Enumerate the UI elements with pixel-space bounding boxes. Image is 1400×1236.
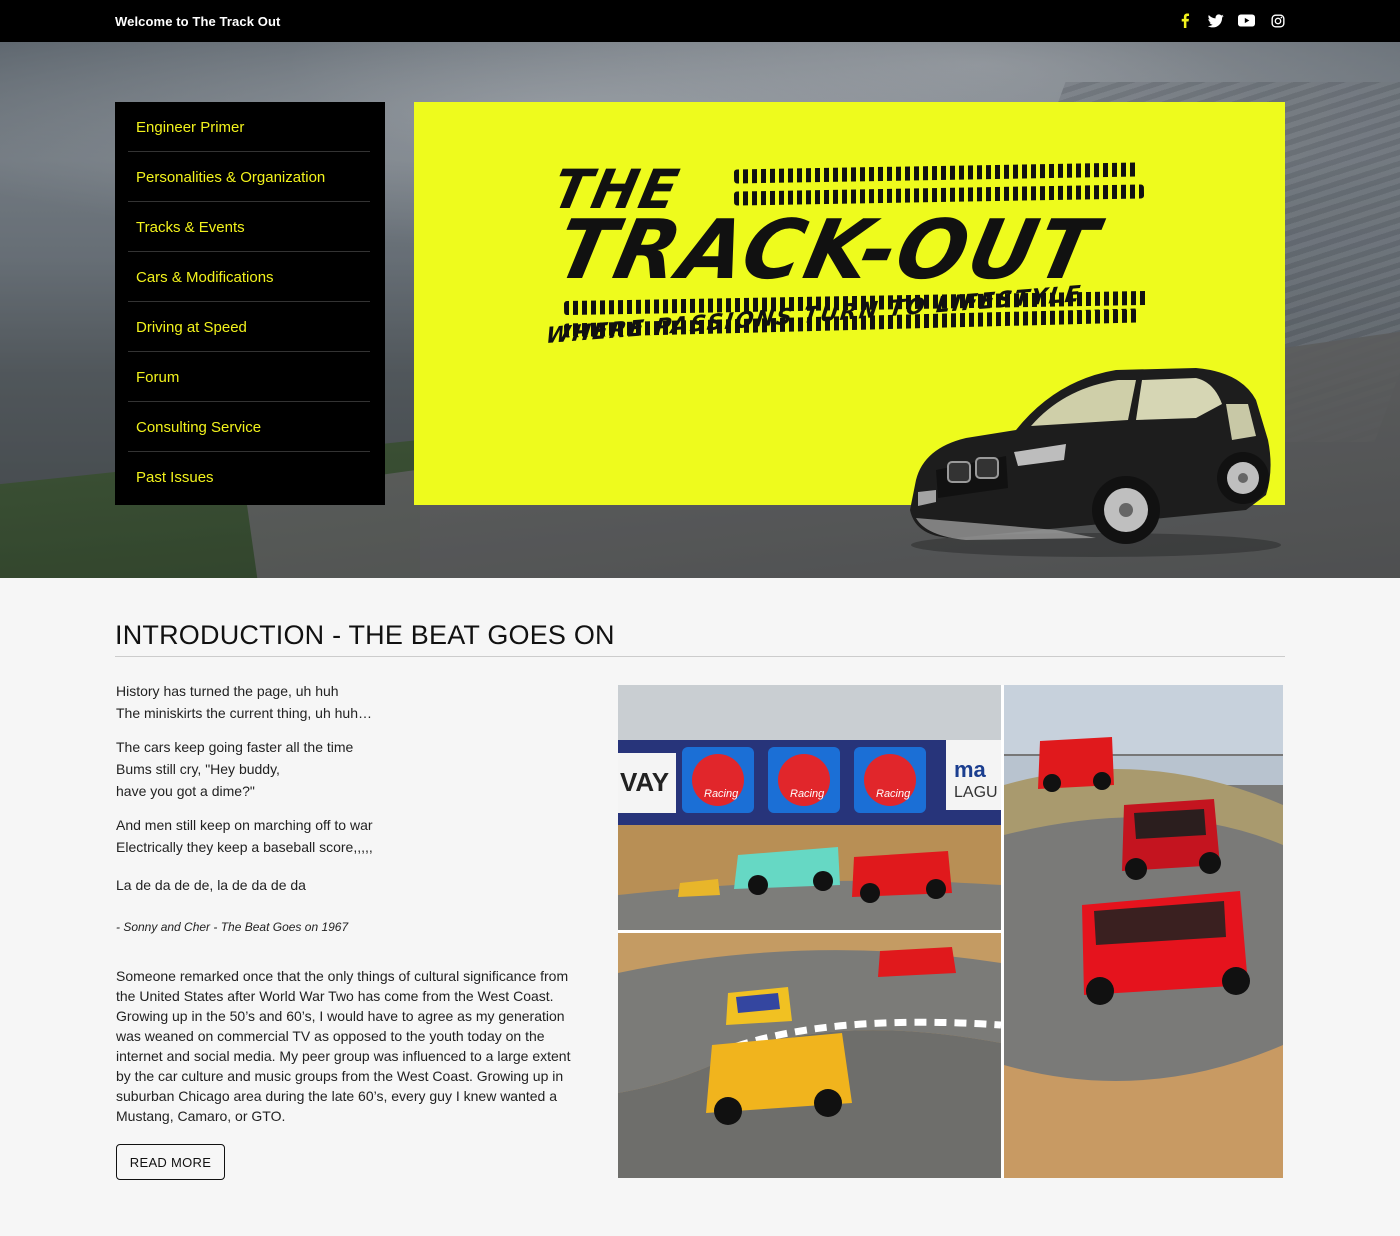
sign-brand-text: Racing <box>790 788 825 800</box>
nav-item-tracks-events[interactable]: Tracks & Events <box>128 202 370 252</box>
race-photo-right <box>1004 685 1283 1178</box>
nav-item-consulting-service[interactable]: Consulting Service <box>128 402 370 452</box>
race-photo-bottom-left <box>618 933 1001 1178</box>
lyric-stanza: History has turned the page, uh huh The … <box>116 680 586 724</box>
intro-title: INTRODUCTION - THE BEAT GOES ON <box>115 620 1285 657</box>
nav-item-engineer-primer[interactable]: Engineer Primer <box>128 102 370 152</box>
top-bar: Welcome to The Track Out <box>0 0 1400 42</box>
nav-item-past-issues[interactable]: Past Issues <box>128 452 370 502</box>
lyric-line: have you got a dime?" <box>116 783 255 799</box>
sign-brand-text: Racing <box>876 788 911 800</box>
lyric-stanza: And men still keep on marching off to wa… <box>116 814 586 858</box>
sign-brand-text: Racing <box>704 788 739 800</box>
twitter-icon[interactable] <box>1207 12 1224 29</box>
tire-tread-decoration <box>733 162 1140 184</box>
lyric-line: And men still keep on marching off to wa… <box>116 817 373 833</box>
lyric-line: Bums still cry, "Hey buddy, <box>116 761 280 777</box>
instagram-icon[interactable] <box>1269 12 1286 29</box>
lyric-stanza: La de da de de, la de da de da <box>116 874 586 896</box>
site-logo[interactable]: THE TRACK-OUT WHERE PASSIONS TURN TO LIF… <box>544 158 1164 388</box>
sign-text-left: VAY <box>620 767 669 797</box>
suv-car-image <box>910 368 1281 557</box>
facebook-icon[interactable] <box>1176 12 1193 29</box>
lyric-attribution: - Sonny and Cher - The Beat Goes on 1967 <box>116 920 349 934</box>
intro-text: History has turned the page, uh huh The … <box>116 680 586 1138</box>
nav-item-driving-at-speed[interactable]: Driving at Speed <box>128 302 370 352</box>
nav-item-forum[interactable]: Forum <box>128 352 370 402</box>
logo-track-out: TRACK-OUT <box>548 203 1107 298</box>
photo-collage: VAY Racing Racing Racing ma LAGU <box>618 685 1283 1178</box>
lyric-stanza: The cars keep going faster all the time … <box>116 736 586 802</box>
lyric-line: The cars keep going faster all the time <box>116 739 354 755</box>
lyric-line: History has turned the page, uh huh <box>116 683 339 699</box>
hero-banner: THE TRACK-OUT WHERE PASSIONS TURN TO LIF… <box>414 102 1285 557</box>
intro-section: INTRODUCTION - THE BEAT GOES ON History … <box>115 620 1285 1180</box>
main-nav: Engineer Primer Personalities & Organiza… <box>115 102 385 505</box>
sign-text-right-top: ma <box>954 757 987 782</box>
lyric-line: The miniskirts the current thing, uh huh… <box>116 705 373 721</box>
sign-text-right-bottom: LAGU <box>954 784 998 801</box>
lyric-line: Electrically they keep a baseball score,… <box>116 839 373 855</box>
social-links <box>1176 12 1286 29</box>
intro-body-text: Someone remarked once that the only thin… <box>116 968 571 1124</box>
youtube-icon[interactable] <box>1238 12 1255 29</box>
nav-item-cars-modifications[interactable]: Cars & Modifications <box>128 252 370 302</box>
welcome-text: Welcome to The Track Out <box>115 14 281 29</box>
race-photo-top-left: VAY Racing Racing Racing ma LAGU <box>618 685 1001 930</box>
nav-item-personalities[interactable]: Personalities & Organization <box>128 152 370 202</box>
lyric-line: La de da de de, la de da de da <box>116 877 306 893</box>
read-more-button[interactable]: READ MORE <box>116 1144 225 1180</box>
